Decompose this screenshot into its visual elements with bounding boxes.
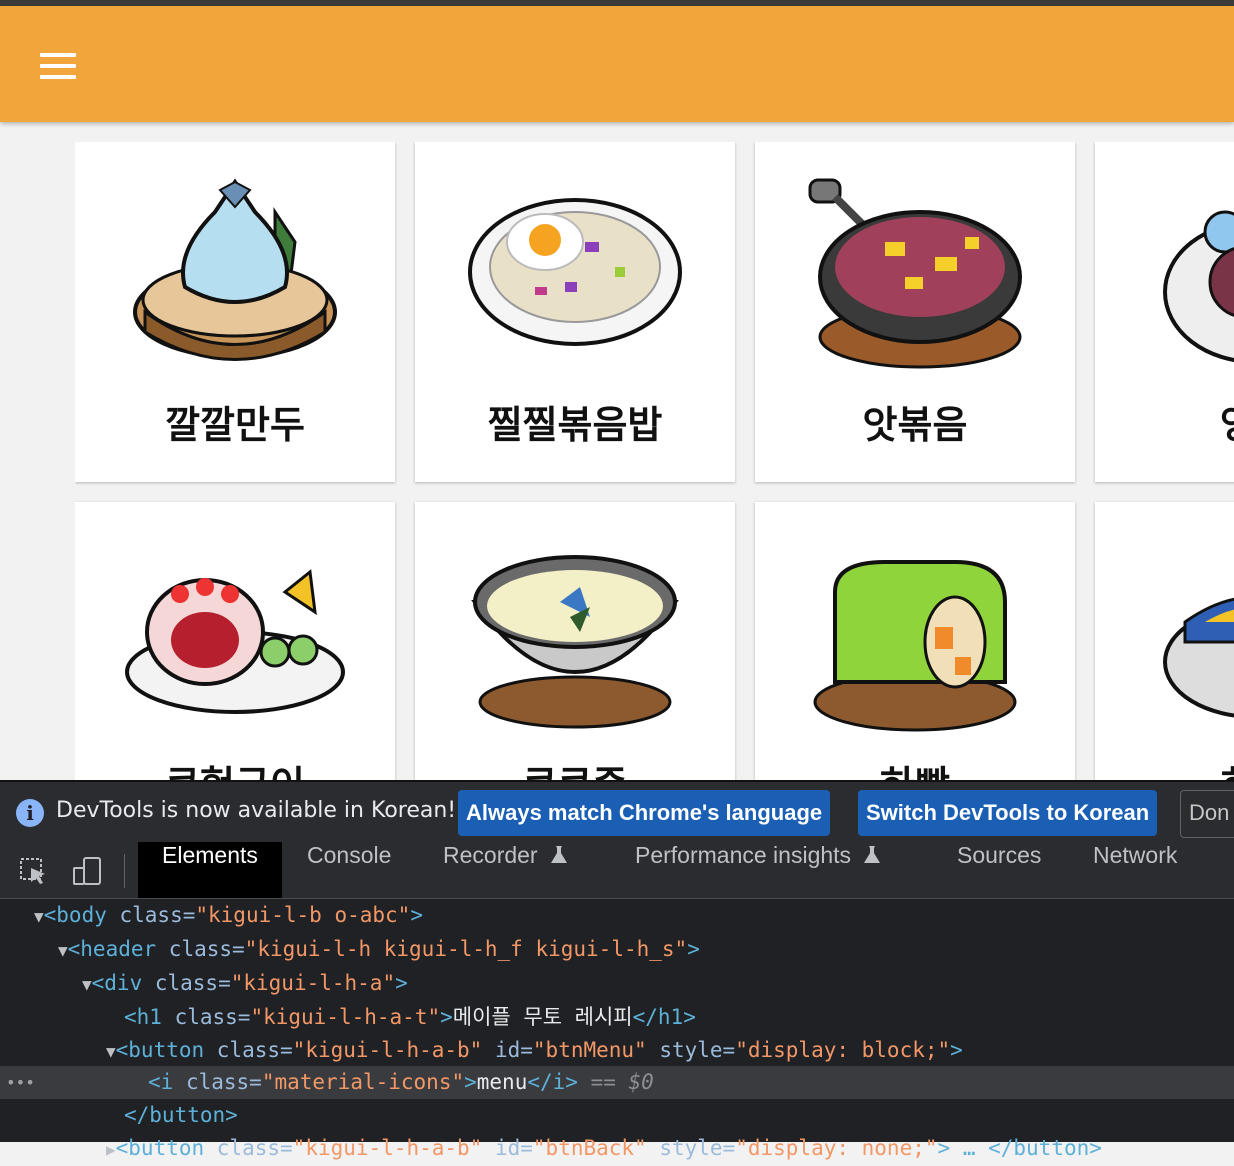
stir-fry-image	[808, 178, 1022, 369]
tab-performance-insights[interactable]: Performance insights	[635, 842, 881, 898]
collapse-triangle-icon[interactable]: ▼	[58, 941, 68, 960]
dom-node-div[interactable]: ▼<div class="kigui-l-h-a">	[0, 967, 1234, 1000]
tab-console[interactable]: Console	[307, 842, 391, 898]
recipe-name: 깔깔만두	[165, 403, 305, 447]
device-toolbar-icon[interactable]	[72, 856, 102, 886]
dom-node-button-menu[interactable]: ▼<button class="kigui-l-h-a-b" id="btnMe…	[0, 1034, 1234, 1067]
menu-icon-bar	[40, 75, 76, 79]
recipe-card[interactable]: 깔깔만두	[75, 142, 395, 482]
recipe-card[interactable]: 하빵	[755, 502, 1075, 780]
expand-triangle-icon[interactable]: ▶	[106, 1140, 116, 1159]
recipe-card[interactable]: 엉엉	[1095, 142, 1234, 482]
recipe-name: 쿠헝구이	[75, 754, 395, 780]
switch-to-korean-button[interactable]: Switch DevTools to Korean	[858, 790, 1158, 836]
dish-image	[1163, 210, 1234, 363]
tab-performance-insights-label: Performance insights	[635, 842, 852, 868]
bread-image	[813, 560, 1017, 732]
toolbar-divider	[124, 854, 125, 888]
menu-button[interactable]	[32, 46, 84, 86]
dom-node-body[interactable]: ▼<body class="kigui-l-b o-abc">	[0, 899, 1234, 932]
recipe-name: 하빵	[755, 754, 1075, 780]
dom-node-i-selected[interactable]: ••• <i class="material-icons">menu</i> ==…	[0, 1066, 1234, 1099]
menu-icon-bar	[40, 64, 76, 68]
dom-tree: ▼<body class="kigui-l-b o-abc"> ▼<header…	[0, 899, 1234, 1160]
recipe-card[interactable]: 찔찔볶음밥	[415, 142, 735, 482]
info-icon: i	[16, 799, 44, 827]
dont-show-again-button[interactable]: Don	[1180, 790, 1234, 838]
tab-network[interactable]: Network	[1093, 842, 1177, 898]
recipe-name: 히히	[1095, 754, 1234, 780]
dom-node-button-back[interactable]: ▶<button class="kigui-l-h-a-b" id="btnBa…	[0, 1132, 1234, 1165]
recipe-card[interactable]: 쿠헝구이	[75, 502, 395, 780]
recipe-card[interactable]: 앗볶음	[755, 142, 1075, 482]
menu-icon	[40, 53, 76, 57]
recipe-card[interactable]: 히히	[1095, 502, 1234, 780]
more-options-icon[interactable]: •••	[6, 1066, 35, 1099]
recipe-card[interactable]: 쿠쿠죽	[415, 502, 735, 780]
recipe-grid: 깔깔만두 찔찔볶음밥 앗볶음	[75, 142, 1234, 780]
recipe-name: 앗볶음	[862, 403, 968, 447]
dish-image	[1163, 597, 1234, 718]
dom-node-header[interactable]: ▼<header class="kigui-l-h kigui-l-h_f ki…	[0, 933, 1234, 966]
porridge-image	[471, 555, 679, 729]
always-match-language-button[interactable]: Always match Chrome's language	[458, 790, 831, 836]
inspect-element-icon[interactable]	[18, 856, 48, 886]
fried-rice-image	[468, 198, 682, 346]
recipe-name: 엉엉	[1095, 394, 1234, 449]
tab-recorder[interactable]: Recorder	[443, 842, 568, 898]
devtools-panel: i DevTools is now available in Korean! A…	[0, 780, 1234, 1160]
language-notice-bar: i DevTools is now available in Korean! A…	[0, 780, 1234, 845]
tab-sources[interactable]: Sources	[957, 842, 1041, 898]
dom-node-h1[interactable]: <h1 class="kigui-l-h-a-t">메이플 무토 레시피</h1…	[0, 1001, 1234, 1034]
flask-icon	[551, 846, 567, 863]
tab-elements[interactable]: Elements	[138, 842, 282, 898]
recipe-name: 쿠쿠죽	[415, 754, 735, 780]
notice-text: DevTools is now available in Korean!	[56, 798, 457, 823]
recipe-name: 찔찔볶음밥	[487, 403, 663, 447]
app-header	[0, 6, 1234, 122]
tab-recorder-label: Recorder	[443, 842, 538, 868]
dom-node-button-close[interactable]: </button>	[0, 1099, 1234, 1132]
dumpling-image	[133, 178, 337, 361]
flask-icon	[864, 846, 881, 863]
devtools-tab-bar: Elements Console Recorder Performance in…	[0, 842, 1234, 899]
collapse-triangle-icon[interactable]: ▼	[82, 975, 92, 994]
grilled-dish-image	[125, 569, 345, 714]
collapse-triangle-icon[interactable]: ▼	[106, 1042, 116, 1061]
collapse-triangle-icon[interactable]: ▼	[34, 907, 44, 926]
